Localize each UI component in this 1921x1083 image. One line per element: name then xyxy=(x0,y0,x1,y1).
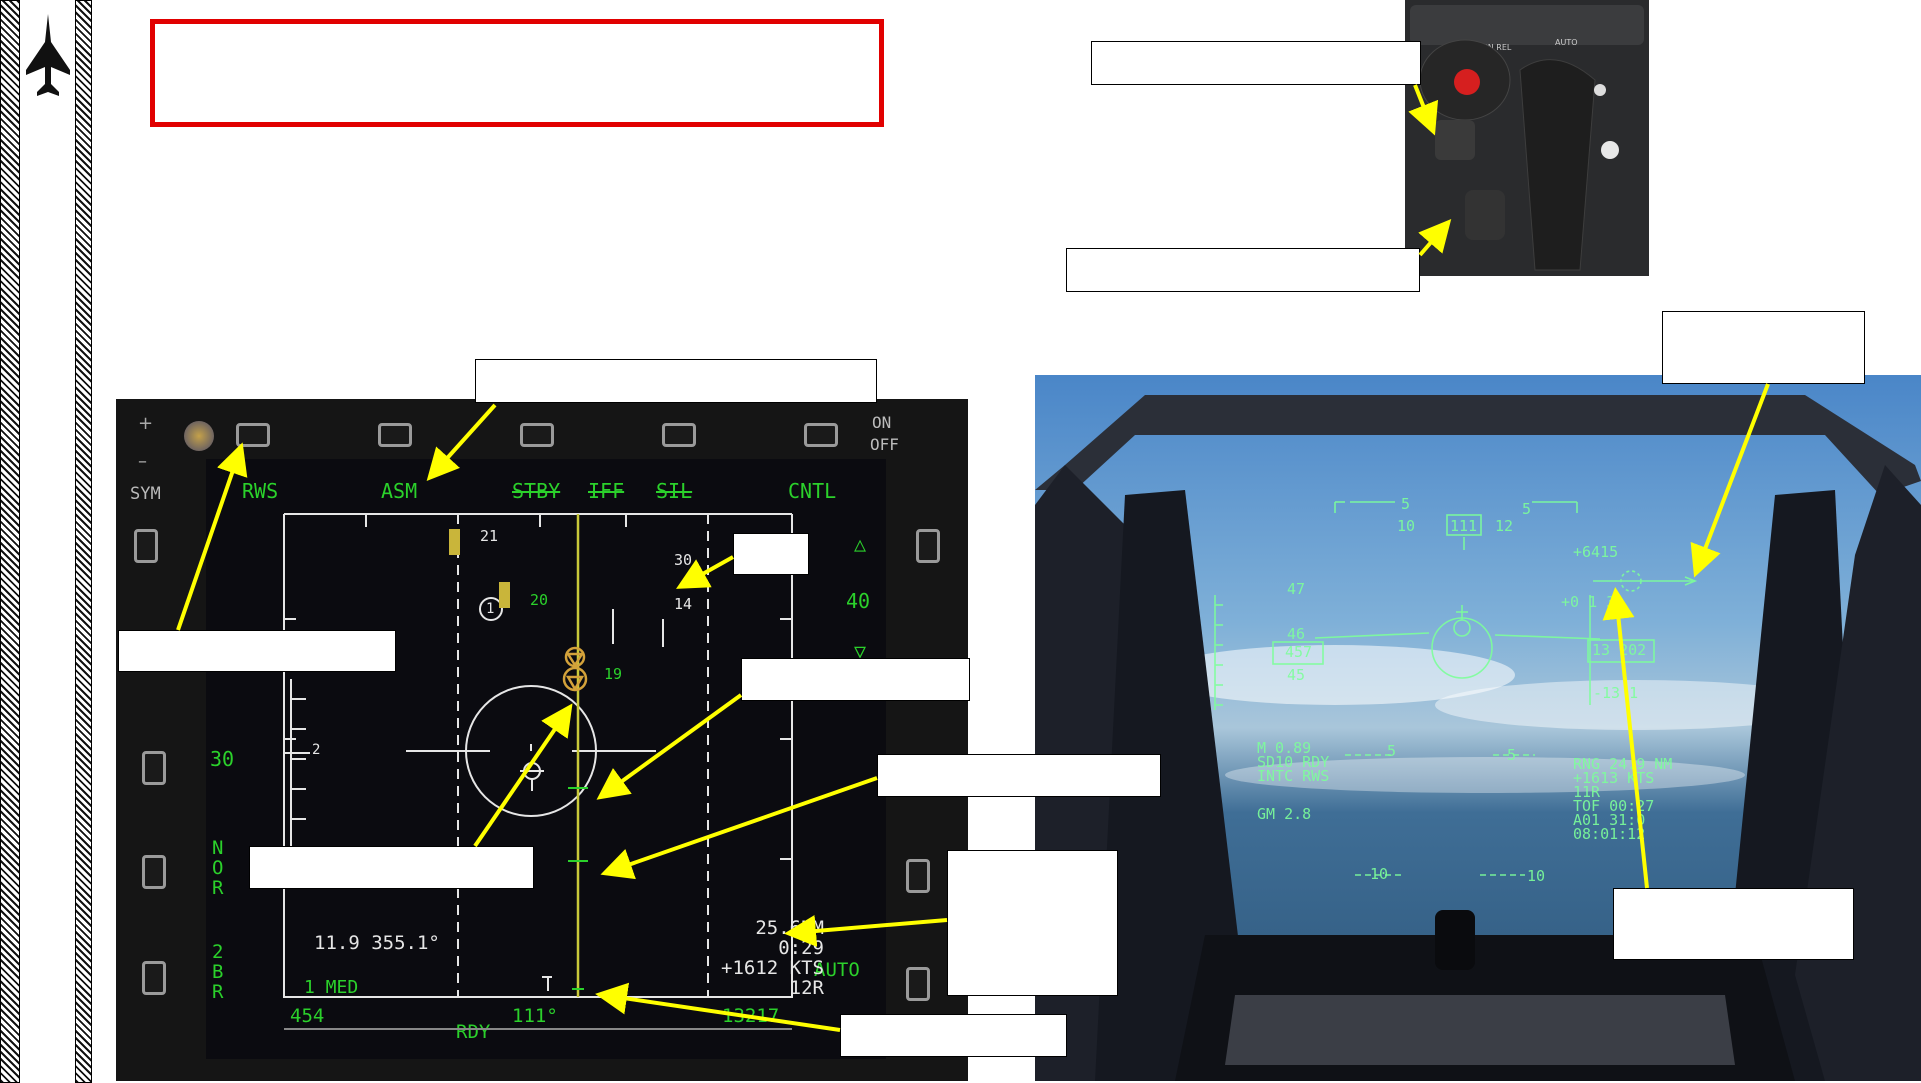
annotation-arrows xyxy=(176,84,1770,1032)
